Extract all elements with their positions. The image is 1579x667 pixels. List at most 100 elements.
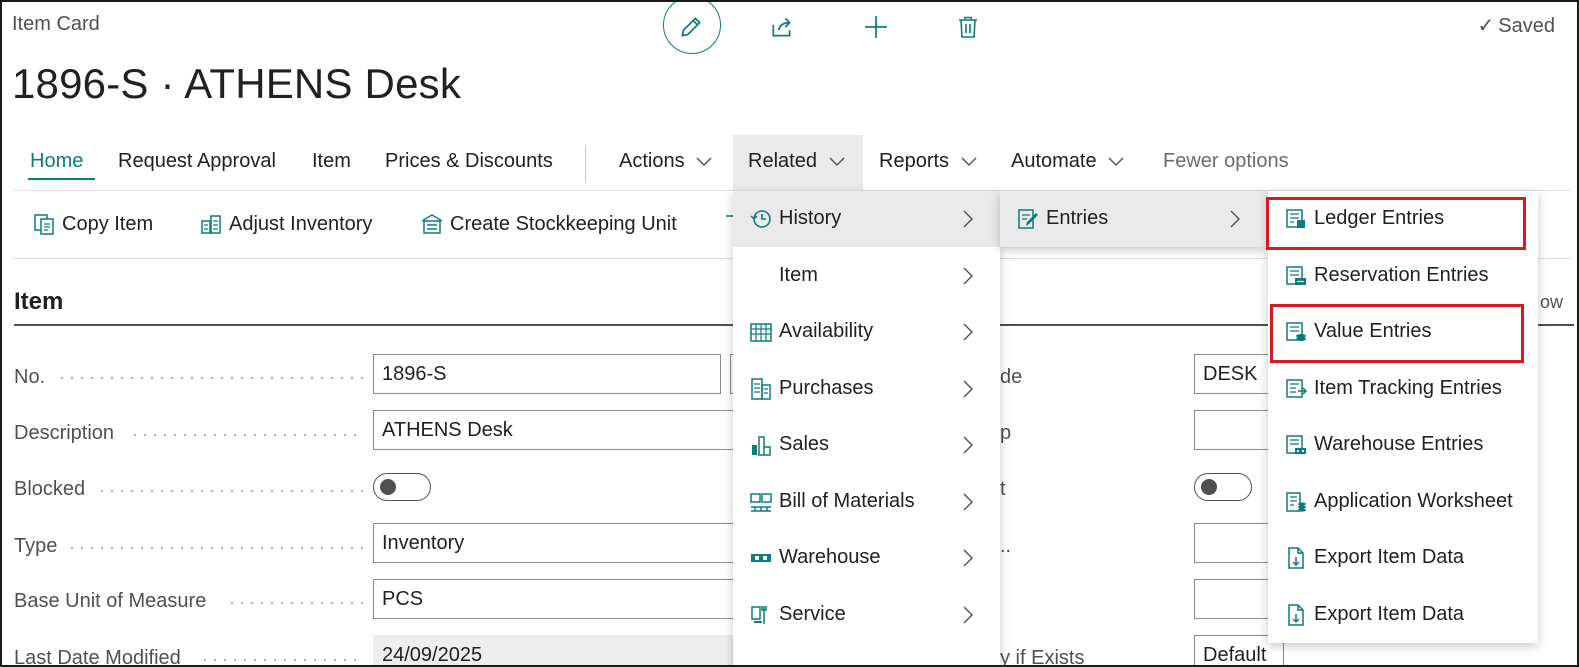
tab-item[interactable]: Item [312,150,351,173]
menu-item-label: Availability [779,320,874,342]
field-dots [200,659,363,661]
menu-item-availability[interactable]: Availability [733,304,1000,360]
nav-separator [585,146,586,182]
menu-item-label: Application Worksheet [1314,490,1513,512]
menu-item-item[interactable]: Item [733,248,1000,304]
menu-item-reservation-entries[interactable]: Reservation Entries [1268,248,1538,304]
menu-item-purchases[interactable]: Purchases [733,361,1000,417]
tab-automate[interactable]: Automate [1011,150,1124,173]
right-label-fragment-2: p [1000,422,1012,444]
last-modified-value: 24/09/2025 [373,635,735,665]
field-label-description: Description [14,422,115,444]
menu-item-warehouse[interactable]: Warehouse [733,530,1000,586]
menu-item-label: Export Item Data [1314,546,1465,568]
menu-item-sales[interactable]: Sales [733,417,1000,473]
page-title: 1896-S · ATHENS Desk [12,60,462,107]
section-title-item: Item [14,288,64,315]
chevron-down-icon [829,157,844,166]
item-card-window: Item Card ✓ Saved 1896-S · ATHENS Desk Ho… [0,0,1579,667]
chevron-right-icon [963,380,973,398]
menu-item-label: Sales [779,433,830,455]
trash-icon[interactable] [940,2,996,52]
item-tracking-entries-icon [1286,379,1308,398]
entries-icon [1018,209,1038,229]
create-stockkeeping-unit-button[interactable]: Create Stockkeeping Unit [420,212,677,236]
fewer-options-link[interactable]: Fewer options [1163,150,1289,173]
menu-item-label: Export Item Data [1314,603,1465,625]
bill-of-materials-icon [750,493,772,512]
no-input[interactable]: 1896-S [373,354,721,394]
tab-actions[interactable]: Actions [619,150,712,173]
chevron-right-icon [1230,210,1240,228]
history-icon [750,210,771,228]
right-label-fragment-4: .. [1000,535,1012,557]
blocked-toggle[interactable] [373,473,431,501]
tab-prices-discounts[interactable]: Prices & Discounts [385,150,553,173]
base-uom-input[interactable]: PCS [373,579,735,619]
menu-item-warehouse-entries[interactable]: Warehouse Entries [1268,417,1538,473]
adjust-inventory-button[interactable]: Adjust Inventory [199,212,372,236]
chevron-right-icon [963,210,973,228]
toggle-knob [380,479,396,495]
right-toggle[interactable] [1194,473,1252,501]
menu-item-entries[interactable]: Entries [1000,191,1268,247]
tab-related[interactable]: Related [748,150,845,173]
menu-item-label: History [779,207,842,229]
menu-item-label: Item [779,264,818,286]
menu-item-application-worksheet[interactable]: Application Worksheet [1268,474,1538,530]
copy-item-button[interactable]: Copy Item [32,212,153,236]
menu-item-label: Bill of Materials [779,490,915,512]
warehouse-icon [751,554,771,562]
service-icon [751,606,767,624]
availability-icon [750,323,772,342]
field-dots [130,434,363,436]
export-item-data-icon [1288,604,1304,626]
description-input[interactable]: ATHENS Desk [373,410,735,450]
chevron-right-icon [963,436,973,454]
chevron-right-icon [963,267,973,285]
menu-item-history[interactable]: History [733,191,1000,247]
warehouse-entries-icon [1286,435,1306,454]
tab-request-approval[interactable]: Request Approval [118,150,276,173]
adjust-inventory-label: Adjust Inventory [229,212,373,235]
menu-item-service[interactable]: Service [733,587,1000,643]
menu-item-item-tracking-entries[interactable]: Item Tracking Entries [1268,361,1538,417]
menu-item-label: Item Tracking Entries [1314,377,1502,399]
field-label-last-modified: Last Date Modified [14,647,181,667]
field-dots [227,602,363,604]
menu-item-bill-of-materials[interactable]: Bill of Materials [733,474,1000,530]
copy-icon [34,214,54,235]
chevron-right-icon [963,549,973,567]
menu-item-label: Entries [1046,207,1109,229]
entries-submenu: Ledger Entries Reservation Entries Value… [1268,191,1538,643]
menu-item-label: Reservation Entries [1314,264,1489,286]
share-icon[interactable] [754,2,810,52]
menu-item-export-item-data-2[interactable]: Export Item Data [1268,587,1538,643]
page-kicker: Item Card [12,13,100,35]
field-label-no: No. [14,366,46,388]
purchases-icon [751,378,771,400]
menu-item-label: Warehouse [779,546,881,568]
related-menu: History Item Availability Purchases Sale… [733,191,1000,665]
sales-icon [752,436,771,456]
saved-status: ✓ Saved [1478,13,1555,38]
pencil-icon[interactable] [663,2,719,52]
application-worksheet-icon [1286,492,1306,512]
tab-home-underline [28,178,95,180]
show-more-fragment[interactable]: ow [1540,292,1563,313]
chevron-down-icon [1108,157,1124,166]
saved-label: Saved [1498,15,1555,37]
right-label-fragment-3: t [1000,478,1006,500]
chevron-right-icon [963,493,973,511]
menu-item-label: Service [779,603,846,625]
menu-item-export-item-data[interactable]: Export Item Data [1268,530,1538,586]
highlight-ledger-entries [1266,197,1526,250]
type-select[interactable]: Inventory [373,523,735,563]
field-label-base-uom: Base Unit of Measure [14,590,207,612]
export-item-data-icon [1288,547,1304,569]
right-label-fragment-6: y if Exists [1000,647,1085,667]
plus-icon[interactable] [848,2,904,52]
tab-home[interactable]: Home [30,150,83,173]
highlight-value-entries [1270,304,1524,363]
tab-reports[interactable]: Reports [879,150,977,173]
